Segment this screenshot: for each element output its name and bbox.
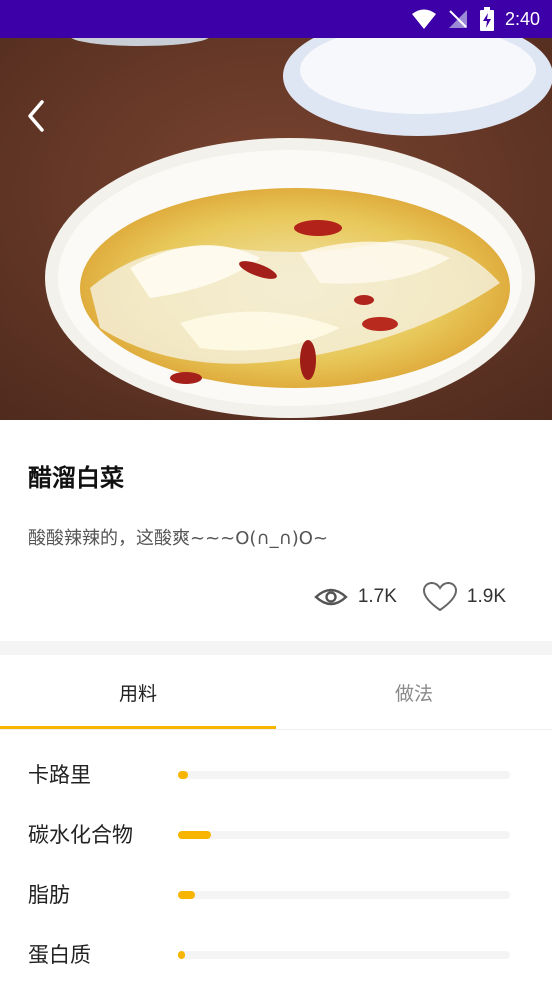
nutrition-bar-fill (178, 831, 212, 839)
nutrition-label: 碳水化合物 (28, 823, 133, 847)
nutrition-row-protein: 蛋白质 (28, 935, 518, 975)
nutrition-bar-fill (178, 951, 185, 959)
back-button[interactable] (18, 96, 58, 136)
wifi-icon (411, 9, 436, 29)
nutrition-label: 脂肪 (28, 883, 70, 907)
recipe-photo (0, 38, 552, 420)
tab-steps[interactable]: 做法 (276, 655, 552, 730)
heart-icon[interactable] (422, 582, 457, 612)
status-icons: 2:40 (411, 0, 540, 38)
views-count: 1.7K (357, 586, 397, 607)
nutrition-bar-track (178, 951, 510, 959)
tab-ingredients[interactable]: 用料 (0, 655, 276, 730)
status-bar: 2:40 (0, 0, 552, 38)
nutrition-bar-track (178, 771, 510, 779)
food-image (0, 38, 552, 420)
nutrition-bar-fill (178, 771, 188, 779)
nutrition-bar-track (178, 891, 510, 899)
recipe-description: 酸酸辣辣的，这酸爽~~~O(∩_∩)O~ (28, 528, 329, 549)
recipe-tabs: 用料 做法 (0, 655, 552, 730)
recipe-title: 醋溜白菜 (28, 464, 124, 492)
views-stat: 1.7K (314, 585, 397, 609)
battery-charging-icon (479, 7, 494, 31)
nutrition-row-calories: 卡路里 (28, 755, 518, 795)
nutrition-label: 卡路里 (28, 763, 91, 787)
recipe-stats: 1.7K 1.9K (288, 578, 506, 616)
nutrition-bar-track (178, 831, 510, 839)
no-signal-icon (448, 10, 467, 28)
tab-divider (0, 729, 552, 730)
likes-stat[interactable]: 1.9K (422, 582, 506, 612)
nutrition-label: 蛋白质 (28, 943, 91, 967)
eye-icon (314, 588, 348, 606)
nutrition-bar-fill (178, 891, 195, 899)
section-divider (0, 641, 552, 655)
likes-count: 1.9K (466, 586, 506, 607)
nutrition-row-carbs: 碳水化合物 (28, 815, 518, 855)
chevron-left-icon (28, 100, 44, 132)
status-time: 2:40 (504, 8, 540, 29)
nutrition-row-fat: 脂肪 (28, 875, 518, 915)
